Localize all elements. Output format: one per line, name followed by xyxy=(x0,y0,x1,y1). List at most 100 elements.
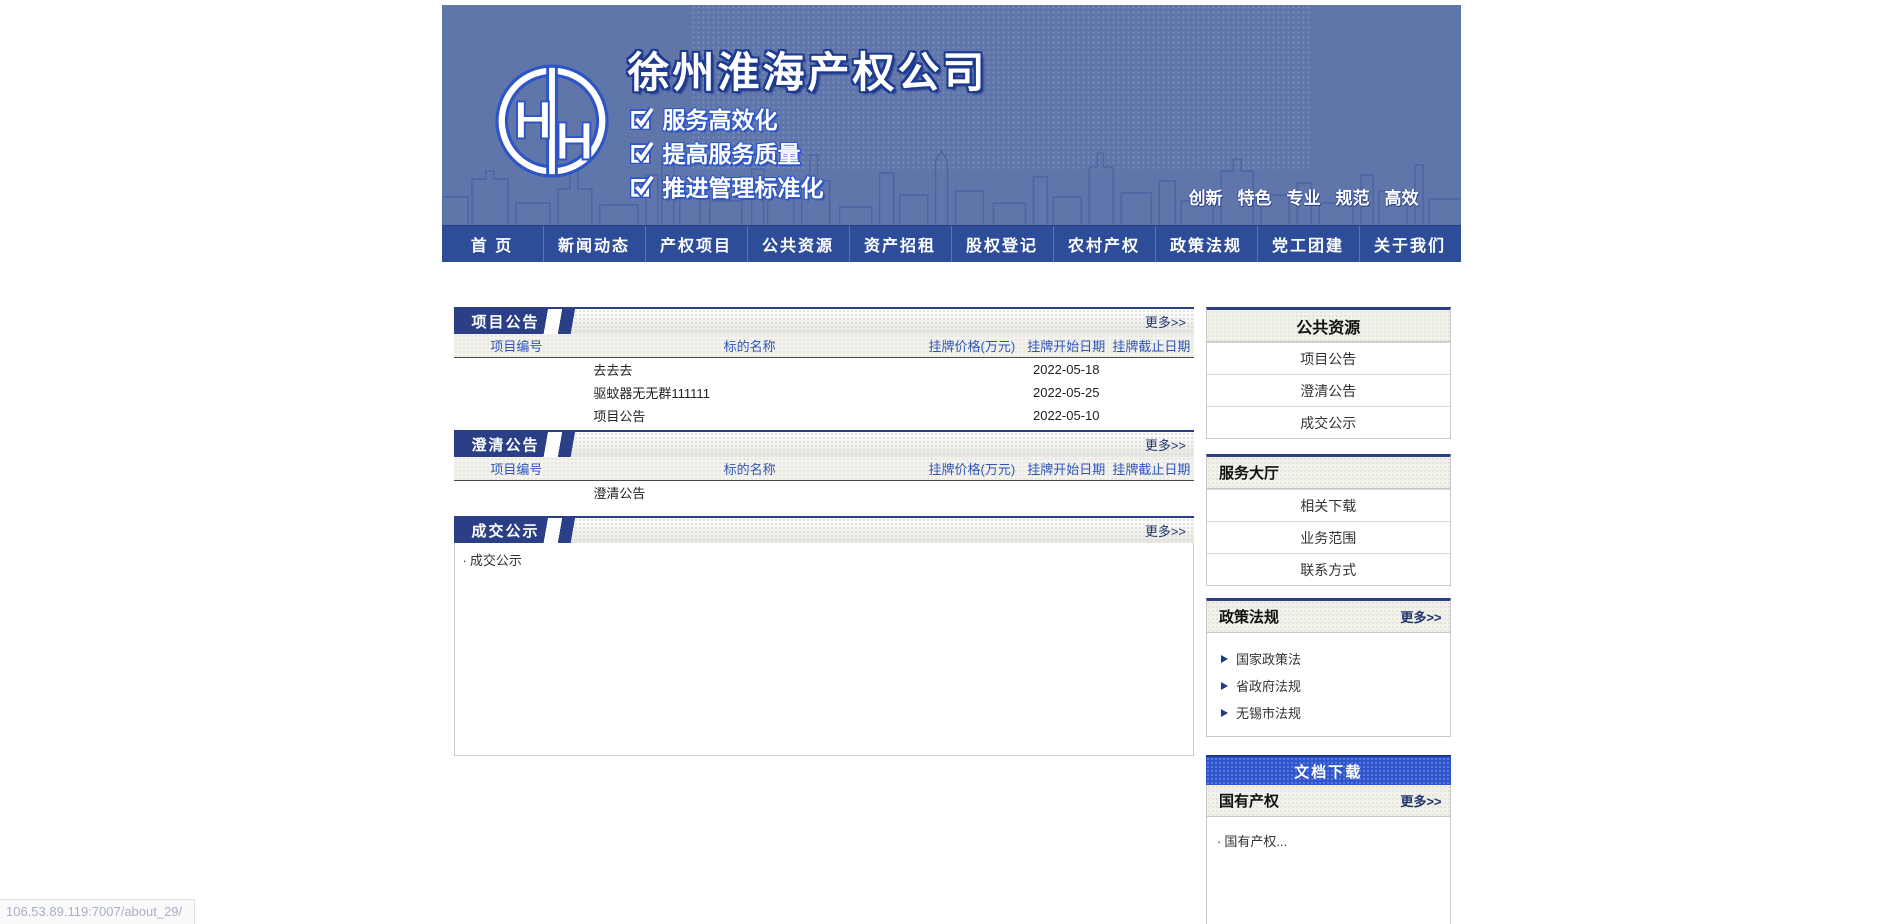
checkbox-icon xyxy=(630,106,654,130)
arrow-icon xyxy=(1221,709,1228,717)
subject-name-cell[interactable]: 项目公告 xyxy=(579,406,920,425)
slogan-list: 服务高效化 提高服务质量 推进管理标准化 xyxy=(630,101,824,203)
start-date-cell: 2022-05-25 xyxy=(1024,385,1109,400)
sidebar-item-clarification-notice[interactable]: 澄清公告 xyxy=(1207,374,1450,406)
table-row: 去去去 2022-05-18 xyxy=(454,358,1195,381)
policies-list: 国家政策法 省政府法规 无锡市法规 xyxy=(1207,633,1450,736)
column-header: 挂牌截止日期 xyxy=(1109,336,1194,355)
public-resources-title: 公共资源 xyxy=(1207,310,1450,342)
table-row: 驱蚊器无无群111111 2022-05-25 xyxy=(454,381,1195,404)
content-area: 项目公告 更多>> 项目编号 标的名称 挂牌价格(万元) 挂牌开始日期 挂牌截止… xyxy=(442,307,1461,924)
deal-publicity-panel: 成交公示 更多>> ·成交公示 xyxy=(454,516,1195,756)
state-property-title: 国有产权 更多>> xyxy=(1207,785,1450,817)
checkbox-icon xyxy=(630,174,654,198)
page-container: H H 徐州淮海产权公司 服务高效化 xyxy=(442,5,1461,924)
more-link[interactable]: 更多>> xyxy=(1145,309,1186,334)
column-header: 挂牌开始日期 xyxy=(1024,459,1109,478)
value-word: 特色 xyxy=(1238,184,1272,209)
brand-values: 创新 特色 专业 规范 高效 xyxy=(1189,184,1419,209)
slogan-line: 推进管理标准化 xyxy=(630,169,824,203)
state-property-box: 国有产权 更多>> ·国有产权... xyxy=(1206,785,1451,924)
list-item[interactable]: ·成交公示 xyxy=(463,550,1186,569)
nav-item-about-us[interactable]: 关于我们 xyxy=(1360,226,1461,262)
sidebar: 公共资源 项目公告 澄清公告 成交公示 服务大厅 相关下载 业务范围 联系方式 … xyxy=(1206,307,1451,924)
start-date-cell: 2022-05-18 xyxy=(1024,362,1109,377)
policy-item-provincial[interactable]: 省政府法规 xyxy=(1221,672,1450,699)
subject-name-cell[interactable]: 去去去 xyxy=(579,360,920,379)
table-header-row: 项目编号 标的名称 挂牌价格(万元) 挂牌开始日期 挂牌截止日期 xyxy=(454,457,1195,481)
project-notice-titlebar: 项目公告 更多>> xyxy=(454,307,1195,334)
service-hall-box: 服务大厅 相关下载 业务范围 联系方式 xyxy=(1206,454,1451,586)
panel-title: 澄清公告 xyxy=(454,432,592,457)
slogan-text: 推进管理标准化 xyxy=(663,169,824,203)
clarification-notice-titlebar: 澄清公告 更多>> xyxy=(454,430,1195,457)
value-word: 专业 xyxy=(1287,184,1321,209)
more-link[interactable]: 更多>> xyxy=(1400,785,1441,816)
column-header: 标的名称 xyxy=(579,336,920,355)
main-column: 项目公告 更多>> 项目编号 标的名称 挂牌价格(万元) 挂牌开始日期 挂牌截止… xyxy=(454,307,1195,756)
policy-item-national[interactable]: 国家政策法 xyxy=(1221,645,1450,672)
logo-letter-left: H xyxy=(513,90,552,150)
subject-name-cell[interactable]: 驱蚊器无无群111111 xyxy=(579,383,920,402)
more-link[interactable]: 更多>> xyxy=(1145,518,1186,543)
public-resources-box: 公共资源 项目公告 澄清公告 成交公示 xyxy=(1206,307,1451,439)
value-word: 创新 xyxy=(1189,184,1223,209)
table-row: 项目公告 2022-05-10 xyxy=(454,404,1195,427)
column-header: 挂牌价格(万元) xyxy=(920,336,1024,355)
deal-publicity-content: ·成交公示 xyxy=(454,543,1195,756)
column-header: 挂牌开始日期 xyxy=(1024,336,1109,355)
table-row: 澄清公告 xyxy=(454,481,1195,504)
arrow-icon xyxy=(1221,655,1228,663)
nav-item-public-resources[interactable]: 公共资源 xyxy=(748,226,850,262)
slogan-text: 服务高效化 xyxy=(663,101,778,135)
sidebar-item-deal-publicity[interactable]: 成交公示 xyxy=(1207,406,1450,438)
nav-item-home[interactable]: 首 页 xyxy=(442,226,544,262)
service-hall-title: 服务大厅 xyxy=(1207,457,1450,489)
sidebar-item-business-scope[interactable]: 业务范围 xyxy=(1207,521,1450,553)
start-date-cell: 2022-05-10 xyxy=(1024,408,1109,423)
policies-title: 政策法规 更多>> xyxy=(1207,601,1450,633)
panel-title: 成交公示 xyxy=(454,518,592,543)
nav-item-asset-leasing[interactable]: 资产招租 xyxy=(850,226,952,262)
slogan-line: 服务高效化 xyxy=(630,101,824,135)
panel-title: 项目公告 xyxy=(454,309,592,334)
sidebar-item-contact[interactable]: 联系方式 xyxy=(1207,553,1450,585)
table-header-row: 项目编号 标的名称 挂牌价格(万元) 挂牌开始日期 挂牌截止日期 xyxy=(454,334,1195,358)
status-link-preview: 106.53.89.119:7007/about_29/ xyxy=(0,899,195,924)
column-header: 项目编号 xyxy=(454,459,580,478)
checkbox-icon xyxy=(630,140,654,164)
policy-item-municipal[interactable]: 无锡市法规 xyxy=(1221,699,1450,726)
clarification-notice-panel: 澄清公告 更多>> 项目编号 标的名称 挂牌价格(万元) 挂牌开始日期 挂牌截止… xyxy=(454,430,1195,504)
slogan-line: 提高服务质量 xyxy=(630,135,824,169)
arrow-icon xyxy=(1221,682,1228,690)
deal-publicity-titlebar: 成交公示 更多>> xyxy=(454,516,1195,543)
nav-item-policies[interactable]: 政策法规 xyxy=(1156,226,1258,262)
list-item[interactable]: ·国有产权... xyxy=(1217,831,1440,850)
value-word: 规范 xyxy=(1336,184,1370,209)
nav-item-property-projects[interactable]: 产权项目 xyxy=(646,226,748,262)
column-header: 挂牌价格(万元) xyxy=(920,459,1024,478)
more-link[interactable]: 更多>> xyxy=(1400,601,1441,632)
bullet-icon: · xyxy=(1217,834,1221,849)
doc-download-banner[interactable]: 文档下载 xyxy=(1206,755,1451,785)
column-header: 项目编号 xyxy=(454,336,580,355)
nav-item-equity-registration[interactable]: 股权登记 xyxy=(952,226,1054,262)
header-banner: H H 徐州淮海产权公司 服务高效化 xyxy=(442,5,1461,225)
value-word: 高效 xyxy=(1385,184,1419,209)
bullet-icon: · xyxy=(463,553,467,568)
slogan-text: 提高服务质量 xyxy=(663,135,801,169)
sidebar-item-project-notice[interactable]: 项目公告 xyxy=(1207,342,1450,374)
column-header: 标的名称 xyxy=(579,459,920,478)
nav-item-rural-property[interactable]: 农村产权 xyxy=(1054,226,1156,262)
main-nav: 首 页 新闻动态 产权项目 公共资源 资产招租 股权登记 农村产权 政策法规 党… xyxy=(442,225,1461,262)
nav-item-party-building[interactable]: 党工团建 xyxy=(1258,226,1360,262)
nav-item-news[interactable]: 新闻动态 xyxy=(544,226,646,262)
subject-name-cell[interactable]: 澄清公告 xyxy=(579,483,920,502)
logo-letter-right: H xyxy=(554,112,593,172)
company-logo: H H xyxy=(494,63,610,184)
sidebar-item-downloads[interactable]: 相关下载 xyxy=(1207,489,1450,521)
state-property-content: ·国有产权... xyxy=(1207,817,1450,924)
policies-box: 政策法规 更多>> 国家政策法 省政府法规 无锡市法规 xyxy=(1206,598,1451,737)
company-name: 徐州淮海产权公司 xyxy=(628,39,988,100)
more-link[interactable]: 更多>> xyxy=(1145,432,1186,457)
